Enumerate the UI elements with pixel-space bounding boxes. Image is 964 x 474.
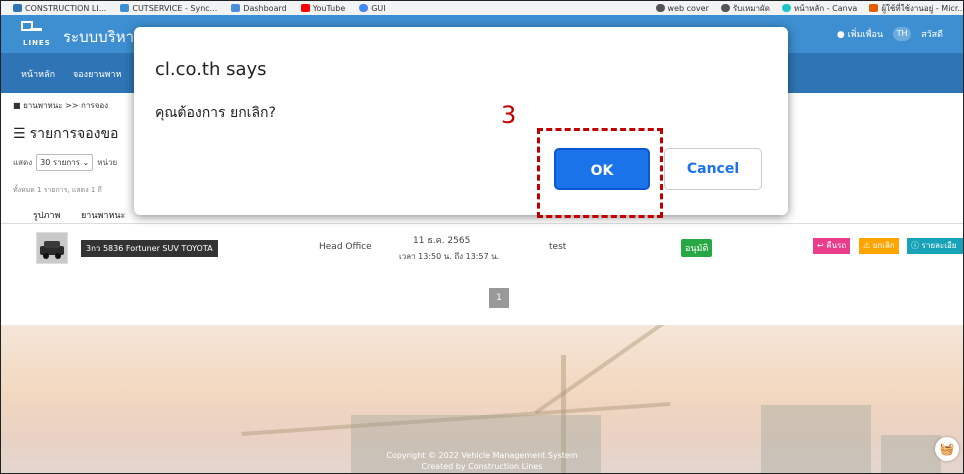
dialog-message: คุณต้องการ ยกเลิก? (155, 105, 276, 121)
dialog-title: cl.co.th says (155, 59, 267, 80)
google-icon (359, 4, 369, 12)
bookmarks-right: web cover รับเหมาผัด หน้าหลัก - Canva ผู… (655, 1, 963, 15)
canva-icon (781, 4, 791, 12)
bookmark-canva[interactable]: หน้าหลัก - Canva (781, 2, 857, 15)
globe-icon (720, 4, 730, 12)
bookmark-contractor[interactable]: รับเหมาผัด (720, 2, 770, 15)
bookmark-construction-lines[interactable]: CONSTRUCTION LI... (13, 4, 106, 13)
cutservice-icon (120, 4, 130, 12)
bookmark-dashboard[interactable]: Dashboard (231, 4, 287, 13)
cancel-button[interactable]: Cancel (664, 148, 762, 190)
bookmarks-bar: CONSTRUCTION LI... CUTSERVICE - Sync... … (1, 1, 963, 15)
bookmark-cutservice[interactable]: CUTSERVICE - Sync... (120, 4, 217, 13)
construction-lines-icon (13, 4, 22, 12)
browser-viewport: CONSTRUCTION LI... CUTSERVICE - Sync... … (0, 0, 964, 474)
bookmark-youtube[interactable]: YouTube (300, 4, 345, 13)
youtube-icon (300, 4, 310, 12)
office-icon (869, 4, 879, 12)
bookmark-office[interactable]: ผู้ใช้ที่ใช้งานอยู่ - Micr... (869, 2, 963, 15)
bookmark-web-cover[interactable]: web cover (655, 4, 709, 13)
web-cover-icon (655, 4, 665, 12)
step-number-label: 3 (501, 101, 517, 129)
highlight-box (537, 128, 663, 218)
confirm-dialog: cl.co.th says คุณต้องการ ยกเลิก? OK Canc… (134, 27, 788, 215)
dashboard-icon (231, 4, 241, 12)
bookmark-gui[interactable]: GUI (359, 4, 386, 13)
